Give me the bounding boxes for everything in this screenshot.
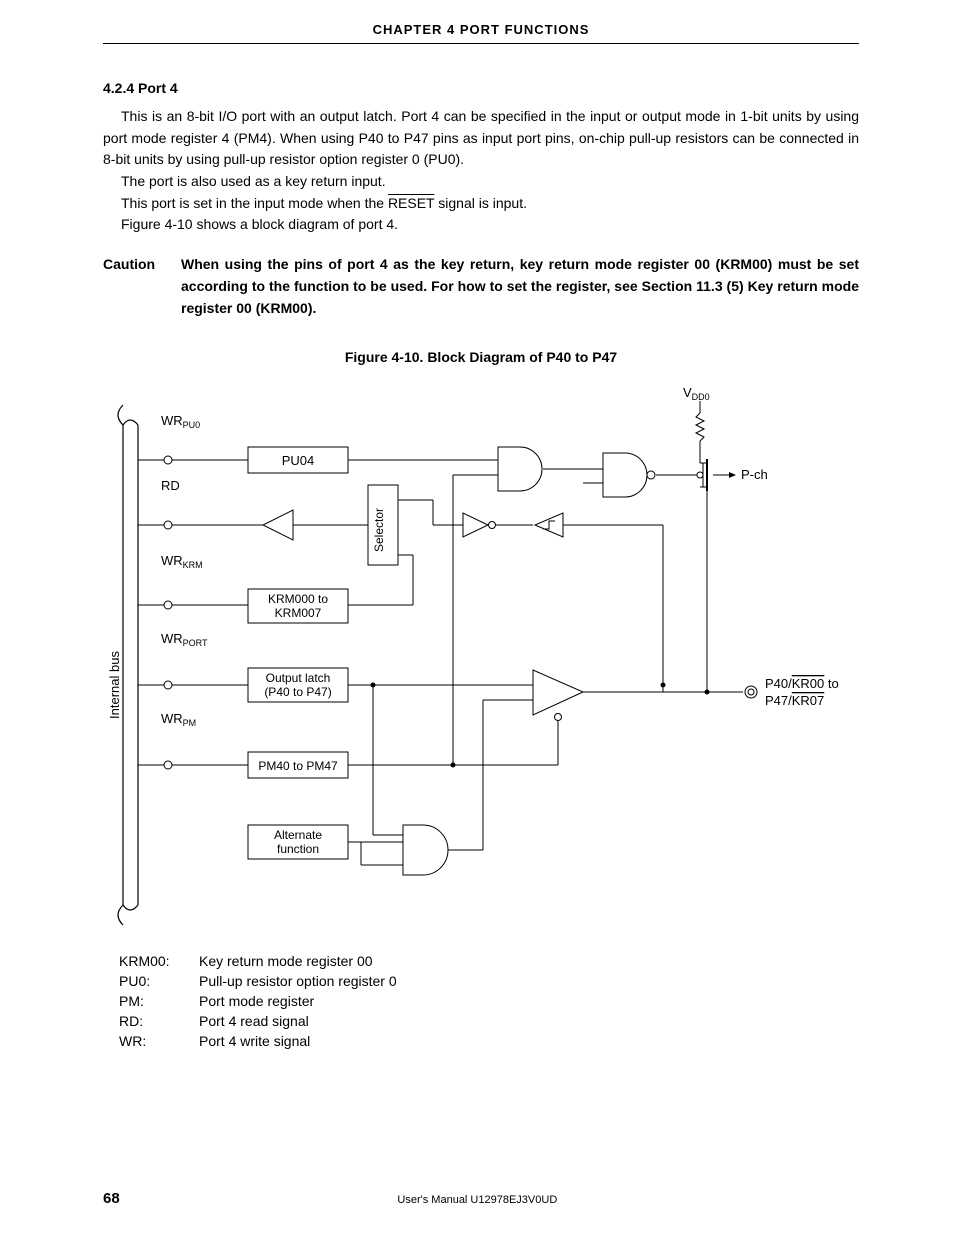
block-diagram: Internal bus WRPU0 PU04 RD Selector WRKR… [103,385,859,945]
selector-label: Selector [372,508,386,552]
svg-text:(P40 to P47): (P40 to P47) [264,685,331,699]
pu04-box-label: PU04 [282,453,315,468]
caution-text: When using the pins of port 4 as the key… [181,254,859,319]
def-val: Port 4 read signal [199,1013,309,1029]
pin-label-line2: P47/KR07 [765,693,824,708]
wr-pu0-label: WRPU0 [161,413,200,430]
caution-block: Caution When using the pins of port 4 as… [103,254,859,319]
wr-pm-label: WRPM [161,711,196,728]
rd-label: RD [161,478,180,493]
footer: 68 User's Manual U12978EJ3V0UD [103,1190,859,1207]
internal-bus-label: Internal bus [107,651,122,719]
wr-krm-label: WRKRM [161,553,203,570]
def-key: PM: [119,993,199,1009]
svg-text:Alternate: Alternate [274,828,322,842]
manual-id: User's Manual U12978EJ3V0UD [120,1194,835,1206]
figure-title: Figure 4-10. Block Diagram of P40 to P47 [103,349,859,365]
caution-label: Caution [103,254,181,319]
def-val: Key return mode register 00 [199,953,373,969]
header-rule [103,43,859,44]
pch-label: P-ch [741,467,768,482]
para-1: This is an 8-bit I/O port with an output… [103,106,859,171]
page: CHAPTER 4 PORT FUNCTIONS 4.2.4 Port 4 Th… [0,0,954,1235]
def-val: Pull-up resistor option register 0 [199,973,397,989]
def-key: KRM00: [119,953,199,969]
def-row: PU0:Pull-up resistor option register 0 [119,973,859,989]
page-number: 68 [103,1190,120,1207]
def-row: KRM00:Key return mode register 00 [119,953,859,969]
def-row: RD:Port 4 read signal [119,1013,859,1029]
para-3-after: signal is input. [434,195,527,211]
svg-text:function: function [277,842,319,856]
para-3: This port is set in the input mode when … [103,193,859,215]
svg-text:KRM007: KRM007 [275,606,322,620]
def-val: Port mode register [199,993,314,1009]
def-row: WR:Port 4 write signal [119,1033,859,1049]
pin-label-line1: P40/KR00 to [765,676,839,691]
def-key: PU0: [119,973,199,989]
svg-text:KRM000 to: KRM000 to [268,592,328,606]
def-key: RD: [119,1013,199,1029]
para-2: The port is also used as a key return in… [103,171,859,193]
reset-signal: RESET [388,195,434,211]
def-row: PM:Port mode register [119,993,859,1009]
pm40-label: PM40 to PM47 [258,759,338,773]
svg-text:VDD0: VDD0 [683,385,710,402]
def-key: WR: [119,1033,199,1049]
wr-port-label: WRPORT [161,631,208,648]
svg-text:Output latch: Output latch [266,671,331,685]
chapter-header: CHAPTER 4 PORT FUNCTIONS [103,22,859,37]
definitions-list: KRM00:Key return mode register 00 PU0:Pu… [119,953,859,1049]
def-val: Port 4 write signal [199,1033,310,1049]
section-heading: 4.2.4 Port 4 [103,80,859,96]
para-3-before: This port is set in the input mode when … [121,195,388,211]
para-4: Figure 4-10 shows a block diagram of por… [103,214,859,236]
